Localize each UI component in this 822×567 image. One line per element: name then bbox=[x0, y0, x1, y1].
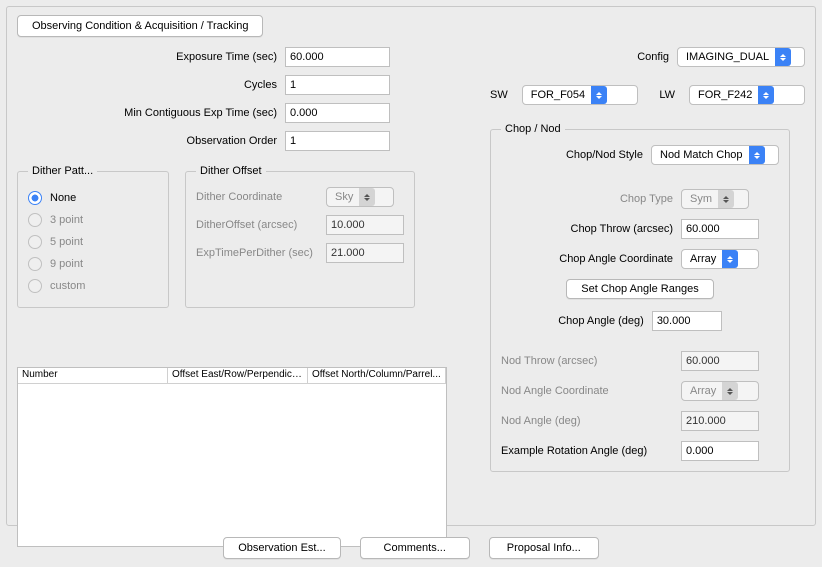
config-label: Config bbox=[490, 51, 677, 63]
table-header: Number Offset East/Row/Perpendicu... Off… bbox=[18, 368, 446, 384]
chevron-updown-icon bbox=[749, 146, 765, 164]
chop-nod-legend: Chop / Nod bbox=[501, 123, 565, 135]
example-rot-input[interactable] bbox=[681, 441, 759, 461]
min-contig-input[interactable] bbox=[285, 103, 390, 123]
sw-select[interactable]: FOR_F054 bbox=[522, 85, 638, 105]
left-column: Exposure Time (sec) Cycles Min Contiguou… bbox=[17, 47, 477, 308]
exp-per-dither-label: ExpTimePerDither (sec) bbox=[196, 247, 326, 259]
sw-label: SW bbox=[490, 89, 516, 101]
dither-3point-label: 3 point bbox=[50, 214, 83, 226]
header-tab-button[interactable]: Observing Condition & Acquisition / Trac… bbox=[17, 15, 263, 37]
chevron-updown-icon bbox=[758, 86, 774, 104]
dither-pattern-fieldset: Dither Patt... None 3 point 5 point 9 po… bbox=[17, 165, 169, 308]
radio-icon bbox=[28, 213, 42, 227]
cycles-input[interactable] bbox=[285, 75, 390, 95]
chop-type-select: Sym bbox=[681, 189, 749, 209]
chevron-updown-icon bbox=[775, 48, 791, 66]
dither-table[interactable]: Number Offset East/Row/Perpendicu... Off… bbox=[17, 367, 447, 547]
dither-custom-option: custom bbox=[28, 275, 158, 297]
right-column: Config IMAGING_DUAL SW FOR_F054 LW FOR_F… bbox=[490, 47, 805, 472]
dither-offset-input bbox=[326, 215, 404, 235]
dither-pattern-legend: Dither Patt... bbox=[28, 165, 97, 177]
lw-select[interactable]: FOR_F242 bbox=[689, 85, 805, 105]
dither-coord-label: Dither Coordinate bbox=[196, 191, 326, 203]
dither-5point-option: 5 point bbox=[28, 231, 158, 253]
chop-type-label: Chop Type bbox=[501, 193, 681, 205]
chevron-updown-icon bbox=[359, 188, 375, 206]
nod-throw-label: Nod Throw (arcsec) bbox=[501, 355, 681, 367]
exposure-time-input[interactable] bbox=[285, 47, 390, 67]
chop-throw-input[interactable] bbox=[681, 219, 759, 239]
proposal-info-button[interactable]: Proposal Info... bbox=[489, 537, 599, 559]
dither-offset-legend: Dither Offset bbox=[196, 165, 266, 177]
config-select[interactable]: IMAGING_DUAL bbox=[677, 47, 805, 67]
footer-buttons: Observation Est... Comments... Proposal … bbox=[0, 537, 822, 559]
radio-icon bbox=[28, 279, 42, 293]
chopnod-style-label: Chop/Nod Style bbox=[501, 149, 651, 161]
chop-angle-input[interactable] bbox=[652, 311, 722, 331]
dither-coord-select: Sky bbox=[326, 187, 394, 207]
dither-offset-fieldset: Dither Offset Dither Coordinate Sky Dith… bbox=[185, 165, 415, 308]
dither-custom-label: custom bbox=[50, 280, 85, 292]
min-contig-label: Min Contiguous Exp Time (sec) bbox=[17, 107, 285, 119]
nod-angle-coord-select: Array bbox=[681, 381, 759, 401]
dither-9point-label: 9 point bbox=[50, 258, 83, 270]
radio-icon bbox=[28, 257, 42, 271]
col-offset-east[interactable]: Offset East/Row/Perpendicu... bbox=[168, 368, 308, 383]
chop-angle-coord-select[interactable]: Array bbox=[681, 249, 759, 269]
chevron-updown-icon bbox=[722, 250, 738, 268]
dither-none-label: None bbox=[50, 192, 76, 204]
radio-icon bbox=[28, 191, 42, 205]
example-rot-label: Example Rotation Angle (deg) bbox=[501, 445, 681, 457]
chevron-updown-icon bbox=[718, 190, 734, 208]
col-number[interactable]: Number bbox=[18, 368, 168, 383]
obs-order-label: Observation Order bbox=[17, 135, 285, 147]
cycles-label: Cycles bbox=[17, 79, 285, 91]
dither-5point-label: 5 point bbox=[50, 236, 83, 248]
chopnod-style-select[interactable]: Nod Match Chop bbox=[651, 145, 779, 165]
dither-9point-option: 9 point bbox=[28, 253, 158, 275]
obs-order-input[interactable] bbox=[285, 131, 390, 151]
chevron-updown-icon bbox=[591, 86, 607, 104]
chevron-updown-icon bbox=[722, 382, 738, 400]
lw-label: LW bbox=[659, 89, 683, 101]
nod-angle-label: Nod Angle (deg) bbox=[501, 415, 681, 427]
exposure-time-label: Exposure Time (sec) bbox=[17, 51, 285, 63]
radio-icon bbox=[28, 235, 42, 249]
chop-nod-fieldset: Chop / Nod Chop/Nod Style Nod Match Chop… bbox=[490, 123, 790, 472]
dither-offset-label: DitherOffset (arcsec) bbox=[196, 219, 326, 231]
col-offset-north[interactable]: Offset North/Column/Parrel... bbox=[308, 368, 446, 383]
set-chop-angle-button[interactable]: Set Chop Angle Ranges bbox=[566, 279, 713, 299]
nod-angle-coord-label: Nod Angle Coordinate bbox=[501, 385, 681, 397]
dither-3point-option: 3 point bbox=[28, 209, 158, 231]
exp-per-dither-input bbox=[326, 243, 404, 263]
observation-est-button[interactable]: Observation Est... bbox=[223, 537, 340, 559]
dither-none-option[interactable]: None bbox=[28, 187, 158, 209]
chop-angle-label: Chop Angle (deg) bbox=[558, 315, 652, 327]
nod-throw-input bbox=[681, 351, 759, 371]
comments-button[interactable]: Comments... bbox=[360, 537, 470, 559]
main-panel: Observing Condition & Acquisition / Trac… bbox=[6, 6, 816, 526]
chop-angle-coord-label: Chop Angle Coordinate bbox=[501, 253, 681, 265]
chop-throw-label: Chop Throw (arcsec) bbox=[501, 223, 681, 235]
nod-angle-input bbox=[681, 411, 759, 431]
